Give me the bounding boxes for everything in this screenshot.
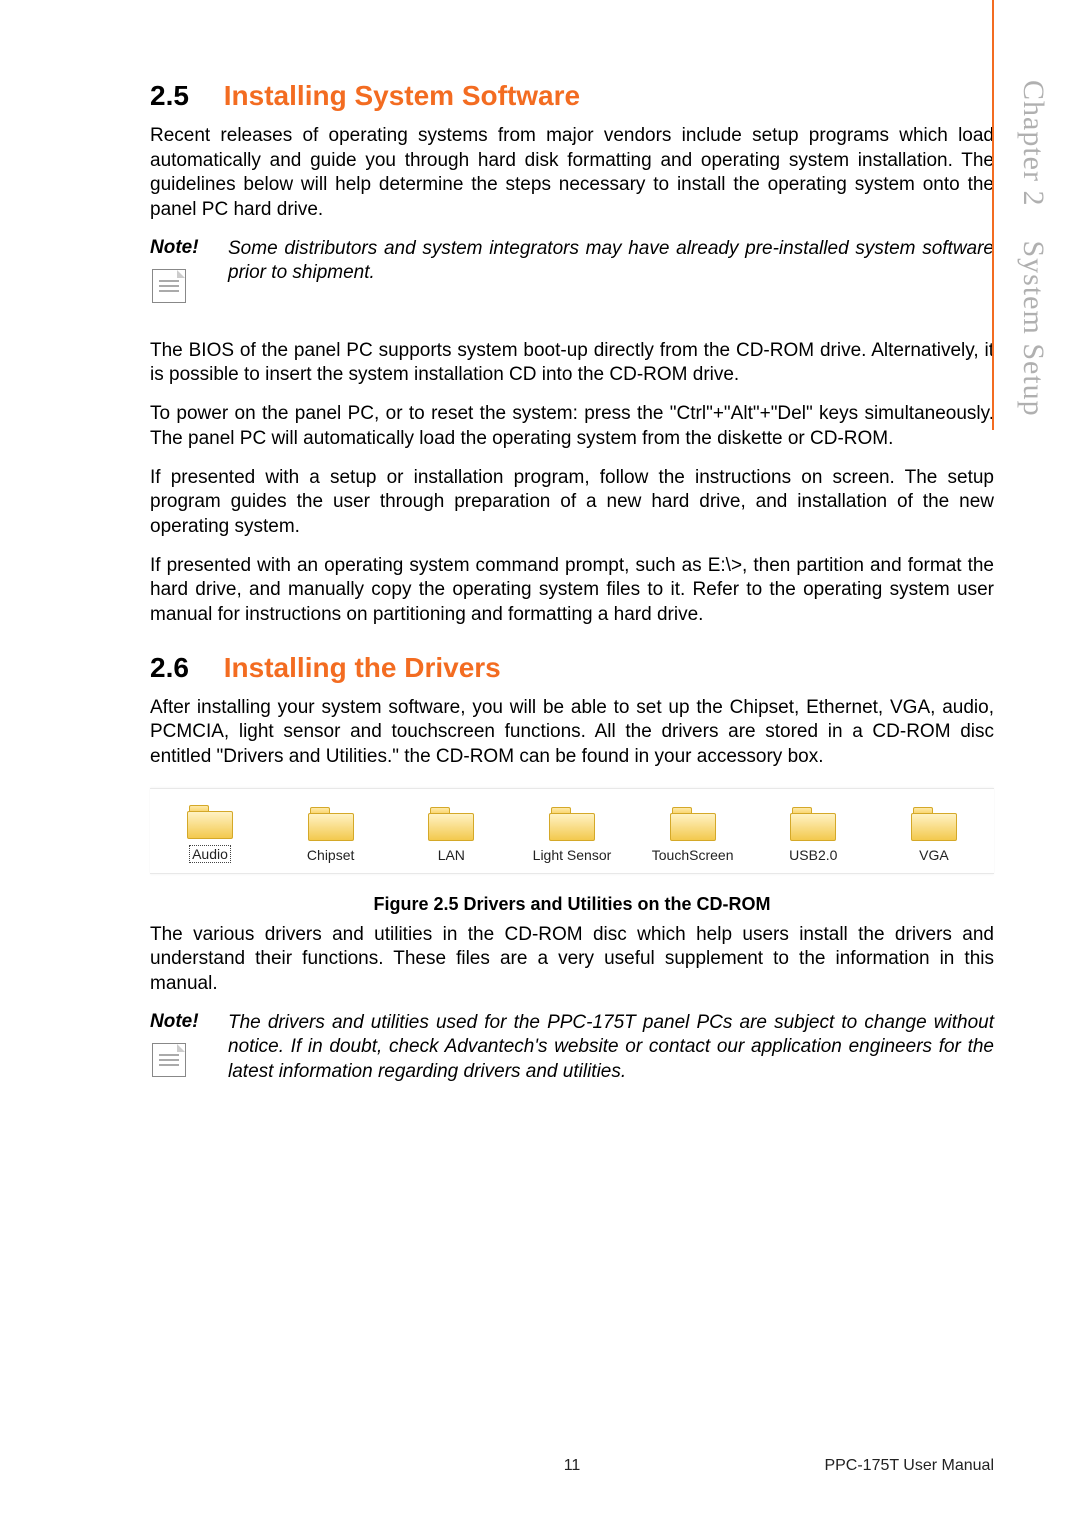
para-2-6-after: The various drivers and utilities in the…: [150, 923, 994, 997]
folder-item[interactable]: Audio: [164, 805, 256, 863]
heading-num: 2.6: [150, 652, 216, 684]
folders-row: Audio Chipset LAN Light Sensor TouchScreen US…: [160, 805, 984, 863]
folder-item[interactable]: USB2.0: [767, 807, 859, 863]
folder-icon: [911, 807, 957, 841]
folder-item[interactable]: TouchScreen: [647, 807, 739, 863]
para-2-6-intro: After installing your system software, y…: [150, 696, 994, 770]
document-icon: [152, 269, 186, 303]
page: Chapter 2 System Setup 2.5 Installing Sy…: [0, 0, 1080, 1527]
heading-title: Installing the Drivers: [224, 652, 501, 683]
heading-2-5: 2.5 Installing System Software: [150, 80, 994, 112]
folder-icon: [549, 807, 595, 841]
folder-label: Chipset: [307, 847, 354, 863]
folder-item[interactable]: Light Sensor: [526, 807, 618, 863]
folder-item[interactable]: VGA: [888, 807, 980, 863]
para-2-5-p4: If presented with an operating system co…: [150, 554, 994, 628]
note-label: Note!: [150, 1011, 199, 1033]
para-2-5-p3: If presented with a setup or installatio…: [150, 466, 994, 540]
folder-item[interactable]: LAN: [405, 807, 497, 863]
figure-folders: Audio Chipset LAN Light Sensor TouchScreen US…: [150, 788, 994, 874]
doc-title: PPC-175T User Manual: [824, 1457, 994, 1475]
side-rule: [992, 0, 994, 430]
folder-label: TouchScreen: [652, 847, 734, 863]
folder-label: LAN: [438, 847, 465, 863]
figure-caption: Figure 2.5 Drivers and Utilities on the …: [150, 894, 994, 915]
page-number: 11: [564, 1457, 581, 1475]
side-chapter-label: Chapter 2 System Setup: [1016, 80, 1050, 417]
folder-icon: [428, 807, 474, 841]
folder-icon: [308, 807, 354, 841]
folder-icon: [670, 807, 716, 841]
document-icon: [152, 1043, 186, 1077]
note-text: The drivers and utilities used for the P…: [228, 1011, 994, 1085]
note-block-2: Note! The drivers and utilities used for…: [150, 1011, 994, 1085]
folder-item[interactable]: Chipset: [285, 807, 377, 863]
para-2-5-p2: To power on the panel PC, or to reset th…: [150, 402, 994, 451]
folder-label: USB2.0: [789, 847, 837, 863]
heading-2-6: 2.6 Installing the Drivers: [150, 652, 994, 684]
heading-title: Installing System Software: [224, 80, 580, 111]
note-left: Note!: [150, 237, 228, 303]
folder-label: Light Sensor: [533, 847, 612, 863]
spacer: [150, 317, 994, 339]
folder-label: Audio: [189, 845, 231, 863]
para-2-5-p1: The BIOS of the panel PC supports system…: [150, 339, 994, 388]
note-block-1: Note! Some distributors and system integ…: [150, 237, 994, 303]
note-left: Note!: [150, 1011, 228, 1077]
folder-icon: [790, 807, 836, 841]
folder-icon: [187, 805, 233, 839]
footer: 11 PPC-175T User Manual: [150, 1457, 994, 1475]
note-text: Some distributors and system integrators…: [228, 237, 994, 286]
para-2-5-intro: Recent releases of operating systems fro…: [150, 124, 994, 223]
side-section: System Setup: [1017, 240, 1050, 416]
folder-label: VGA: [919, 847, 949, 863]
heading-num: 2.5: [150, 80, 216, 112]
note-label: Note!: [150, 237, 199, 259]
side-chapter: Chapter 2: [1017, 80, 1050, 206]
